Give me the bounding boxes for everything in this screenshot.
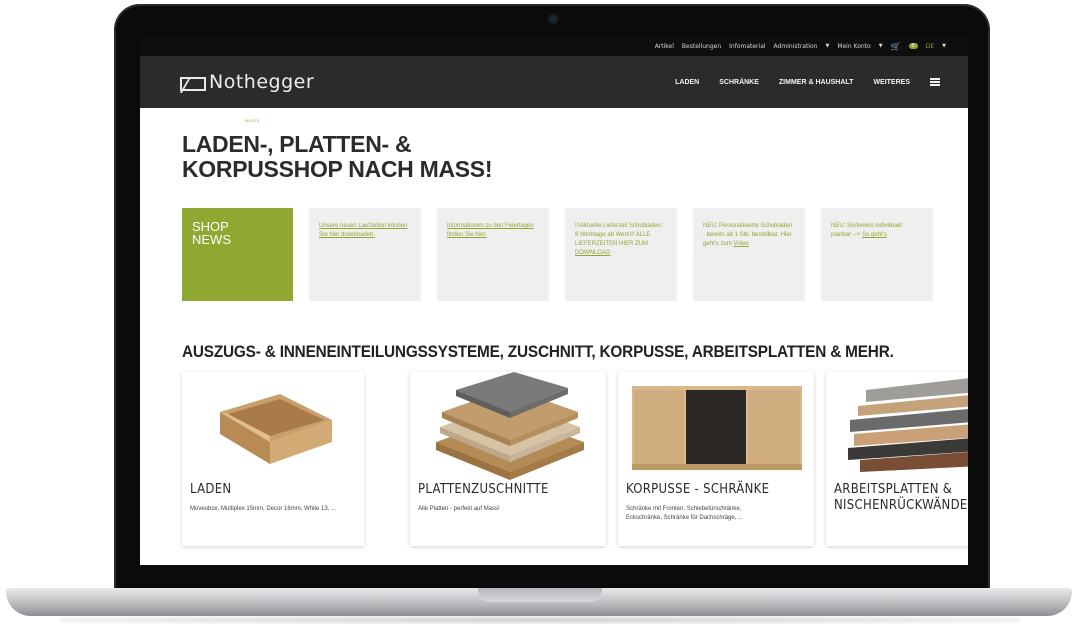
nav-item-weiteres[interactable]: WEITERES <box>873 79 910 86</box>
cabinet-image <box>632 386 802 470</box>
cart-count-badge: 0 <box>908 43 918 49</box>
drawer-image <box>220 394 332 464</box>
logo-mark-icon <box>180 77 206 91</box>
news-text: NEU: Personalisierte Schubladen - bereit… <box>703 222 795 249</box>
section-title: AUSZUGS- & INNENEINTEILUNGSSYSTEME, ZUSC… <box>182 343 894 361</box>
brand-subline: MASSS <box>245 119 260 123</box>
news-link[interactable]: Unsere neuen Laufzeiten können Sie hier … <box>319 222 411 240</box>
webcam <box>549 15 557 23</box>
hamburger-menu-icon[interactable] <box>930 78 940 86</box>
topbar-link-infomaterial[interactable]: Infomaterial <box>729 43 765 50</box>
page-headline: LADEN-, PLATTEN- & KORPUSSHOP NACH MASS! <box>182 131 493 182</box>
news-text: NEU: Sortiveino individuell planbar --> … <box>831 222 923 240</box>
shop-news-line-2: NEWS <box>192 232 231 247</box>
category-title: KORPUSSE - SCHRÄNKE <box>626 482 770 497</box>
browser-screen: Artikel Bestellungen Infomaterial Admini… <box>140 36 968 565</box>
category-title-line-2: NISCHENRÜCKWÄNDE <box>834 498 968 513</box>
cart-icon[interactable]: 🛒 <box>891 42 901 51</box>
news-link[interactable]: Informationen zu den Feiertagen finden S… <box>447 222 539 240</box>
chevron-down-icon: ▼ <box>942 43 946 49</box>
chevron-down-icon: ▼ <box>825 43 830 49</box>
topbar-link-bestellungen[interactable]: Bestellungen <box>682 43 721 50</box>
category-title: PLATTENZUSCHNITTE <box>418 482 549 497</box>
worktops-image <box>848 378 968 472</box>
category-row: LADEN Moveobox, Multiplex 15mm, Decor 16… <box>182 372 968 546</box>
nav-item-schraenke[interactable]: SCHRÄNKE <box>719 79 759 86</box>
news-download-link[interactable]: DOWNLOAD <box>575 250 610 256</box>
laptop-base-notch <box>478 588 602 602</box>
topbar-administration[interactable]: Administration <box>774 43 818 50</box>
category-card-plattenzuschnitte[interactable]: PLATTENZUSCHNITTE Alle Platten - perfekt… <box>410 372 606 546</box>
brand-logo[interactable]: Nothegger <box>180 71 315 93</box>
shop-news-row: SHOP NEWS Unsere neuen Laufzeiten können… <box>182 208 933 301</box>
news-sogehts-link[interactable]: So geht's <box>862 232 887 238</box>
nav-item-laden[interactable]: LADEN <box>675 79 699 86</box>
headline-line-2: KORPUSSHOP NACH MASS! <box>182 156 493 182</box>
category-card-arbeitsplatten[interactable]: ARBEITSPLATTEN & NISCHENRÜCKWÄNDE <box>826 372 968 546</box>
topbar-account[interactable]: Mein Konto <box>837 43 870 50</box>
category-card-korpusse[interactable]: KORPUSSE - SCHRÄNKE Schränke mit Fronten… <box>618 372 814 546</box>
news-video-link[interactable]: Video <box>734 241 749 247</box>
main-navbar: Nothegger LADEN SCHRÄNKE ZIMMER & HAUSHA… <box>140 56 968 108</box>
brand-name: Nothegger <box>209 71 315 93</box>
news-card[interactable]: Informationen zu den Feiertagen finden S… <box>437 208 549 301</box>
category-desc: Alle Platten - perfekt auf Mass! <box>418 506 500 512</box>
laptop-shadow <box>60 616 1020 624</box>
category-title: LADEN <box>190 482 232 497</box>
language-selector[interactable]: DE <box>926 43 934 50</box>
nav-links: LADEN SCHRÄNKE ZIMMER & HAUSHALT WEITERE… <box>675 78 940 86</box>
panels-image <box>436 372 584 480</box>
headline-line-1: LADEN-, PLATTEN- & <box>182 131 412 157</box>
news-card: NEU: Sortiveino individuell planbar --> … <box>821 208 933 301</box>
nav-item-zimmer-haushalt[interactable]: ZIMMER & HAUSHALT <box>779 79 854 86</box>
chevron-down-icon: ▼ <box>878 43 883 49</box>
news-card[interactable]: Unsere neuen Laufzeiten können Sie hier … <box>309 208 421 301</box>
utility-bar: Artikel Bestellungen Infomaterial Admini… <box>140 36 968 56</box>
shop-news-label: SHOP NEWS <box>182 208 293 301</box>
category-desc: Schränke mit Fronten, Schiebetürschränke… <box>626 506 744 521</box>
category-card-laden[interactable]: LADEN Moveobox, Multiplex 15mm, Decor 16… <box>182 372 364 546</box>
category-title: ARBEITSPLATTEN & <box>834 482 953 497</box>
news-text-body: !!!Aktuelle Lieferzeit Schubladen: 8 Wer… <box>575 223 663 247</box>
news-card: !!!Aktuelle Lieferzeit Schubladen: 8 Wer… <box>565 208 677 301</box>
category-desc: Moveobox, Multiplex 15mm, Decor 16mm, Wh… <box>190 506 337 512</box>
topbar-link-artikel[interactable]: Artikel <box>655 43 674 50</box>
news-card: NEU: Personalisierte Schubladen - bereit… <box>693 208 805 301</box>
news-text: !!!Aktuelle Lieferzeit Schubladen: 8 Wer… <box>575 222 667 258</box>
